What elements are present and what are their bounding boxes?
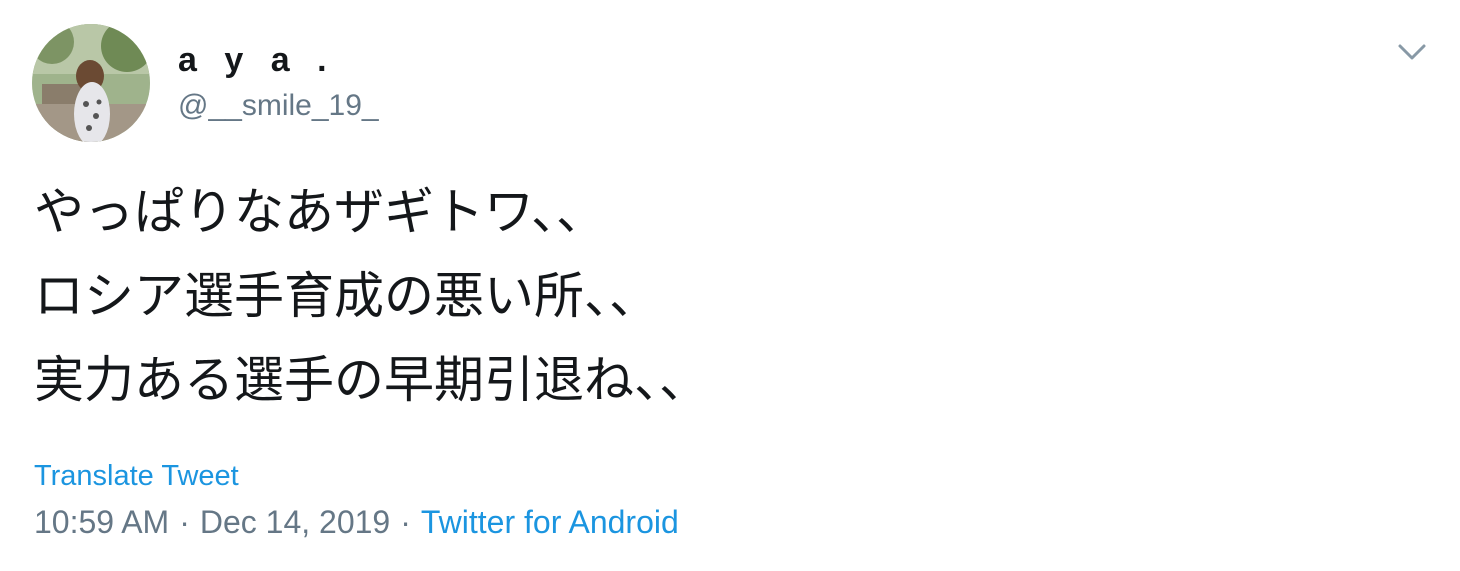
tweet-text-line: やっぱりなあザギトワ、、 — [34, 183, 606, 241]
separator-dot: · — [400, 504, 411, 540]
profile-photo-icon — [32, 24, 150, 142]
separator-dot: · — [179, 504, 190, 540]
tweet-date[interactable]: Dec 14, 2019 — [200, 504, 390, 540]
tweet-source-link[interactable]: Twitter for Android — [421, 504, 679, 540]
user-handle[interactable]: @__smile_19_ — [178, 88, 379, 124]
chevron-down-icon[interactable] — [1392, 36, 1432, 68]
translate-tweet-link[interactable]: Translate Tweet — [34, 458, 239, 494]
tweet-text-line: ロシア選手育成の悪い所、、 — [34, 267, 659, 325]
tweet-text: やっぱりなあザギトワ、、 ロシア選手育成の悪い所、、 実力ある選手の早期引退ね、… — [34, 170, 1414, 422]
display-name[interactable]: a y a . — [178, 40, 336, 80]
tweet-text-line: 実力ある選手の早期引退ね、、 — [34, 351, 709, 409]
tweet-metadata: 10:59 AM · Dec 14, 2019 · Twitter for Androi… — [34, 502, 679, 542]
tweet-time[interactable]: 10:59 AM — [34, 504, 169, 540]
avatar[interactable] — [32, 24, 150, 142]
tweet-card: a y a . @__smile_19_ やっぱりなあザギトワ、、 ロシア選手育… — [0, 0, 1460, 571]
